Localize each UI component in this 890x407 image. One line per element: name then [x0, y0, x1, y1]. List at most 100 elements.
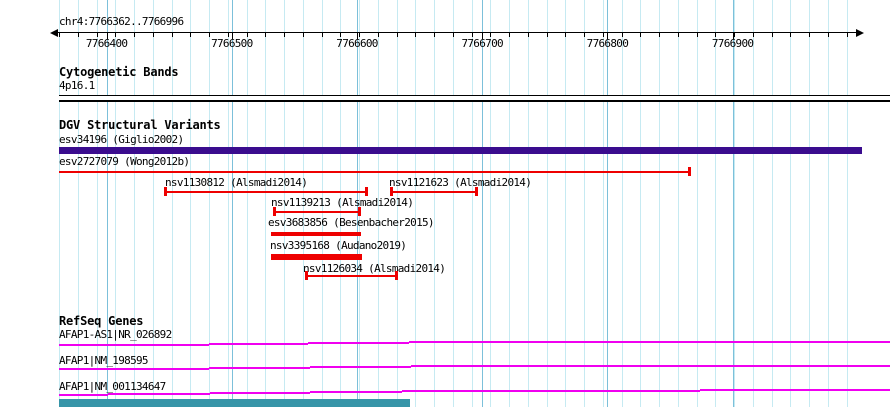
gridline-minor [546, 0, 548, 407]
ruler-tick-label: 7766400 [85, 37, 128, 50]
ruler-tick-minor [827, 33, 829, 37]
gridline-minor [209, 0, 210, 407]
gene-line-AFAP1_NM_198595[interactable] [59, 368, 209, 370]
ruler-tick-minor [284, 33, 285, 37]
gene-line-AFAP1-AS1_NR_026892[interactable] [209, 343, 308, 345]
variant-line-nsv1126034[interactable] [305, 275, 398, 277]
variant-endtick-nsv1121623[interactable] [390, 187, 393, 196]
gridline-minor [659, 0, 660, 407]
gridline-minor [584, 0, 585, 407]
variant-endtick-nsv1121623[interactable] [475, 187, 478, 196]
gridline-minor [527, 0, 529, 407]
gridline-minor [696, 0, 698, 407]
variant-label-esv34196[interactable]: esv34196 (Giglio2002) [59, 134, 184, 146]
ruler-tick-label: 7766700 [461, 37, 503, 50]
ruler-tick-minor [59, 33, 60, 37]
gene-line-AFAP1-AS1_NR_026892[interactable] [409, 341, 890, 343]
gridline-minor [509, 0, 510, 407]
gene-line-AFAP1_NM_001134647[interactable] [310, 391, 402, 393]
cytoband-bar[interactable] [59, 95, 890, 102]
variant-line-nsv1130812[interactable] [164, 191, 368, 193]
gene-line-AFAP1-AS1_NR_026892[interactable] [59, 344, 209, 346]
gridline-minor [265, 0, 267, 407]
gridline-minor [734, 0, 735, 407]
ruler-tick-label: 7766900 [711, 37, 754, 50]
ruler-tick-minor [846, 33, 848, 37]
gene-label-AFAP1_NM_001134647[interactable]: AFAP1|NM_001134647 [59, 381, 166, 393]
variant-bar-esv3683856[interactable] [271, 232, 361, 236]
variant-endtick-nsv1130812[interactable] [365, 187, 368, 196]
variant-endtick-nsv1139213[interactable] [273, 207, 276, 216]
variant-label-nsv1126034[interactable]: nsv1126034 (Alsmadi2014) [303, 263, 446, 275]
gridline-major [482, 0, 484, 407]
ruler-tick-label: 7766600 [336, 37, 378, 50]
gene-label-AFAP1-AS1_NR_026892[interactable]: AFAP1-AS1|NR_026892 [59, 329, 172, 341]
gridline-minor [640, 0, 642, 407]
gridline-minor [434, 0, 435, 407]
gene-line-AFAP1_NM_001134647[interactable] [210, 392, 310, 394]
gridline-minor [602, 0, 604, 407]
ruler-tick-minor [527, 33, 529, 37]
variant-endtick-esv2727079[interactable] [688, 167, 691, 176]
variant-line-nsv1139213[interactable] [273, 211, 361, 213]
gene-line-AFAP1_NM_001134647[interactable] [700, 389, 890, 391]
variant-label-nsv3395168[interactable]: nsv3395168 (Audano2019) [270, 240, 407, 252]
variant-endtick-nsv1126034[interactable] [305, 271, 308, 280]
gene-line-AFAP1_NM_001134647[interactable] [59, 394, 108, 396]
variant-bar-nsv3395168[interactable] [271, 254, 362, 260]
gridline-major [607, 0, 609, 407]
gridline-minor [246, 0, 248, 407]
gridline-minor [415, 0, 417, 407]
variant-endtick-nsv1126034[interactable] [395, 271, 398, 280]
ruler-tick-minor [659, 33, 660, 37]
genome-browser-view: chr4:7766362..7766996 Cytogenetic Bands … [0, 0, 890, 407]
gene-line-AFAP1_NM_001134647[interactable] [402, 390, 700, 392]
header-refseq-genes: RefSeq Genes [59, 314, 144, 328]
gridline-minor [827, 0, 829, 407]
gridline-minor [452, 0, 454, 407]
gridline-minor [621, 0, 623, 407]
variant-endtick-nsv1139213[interactable] [358, 207, 361, 216]
variant-line-esv2727079[interactable] [59, 171, 691, 173]
ruler-tick-minor [677, 33, 679, 37]
ruler-right-arrow-icon [856, 28, 864, 37]
header-dgv-structural-variants: DGV Structural Variants [59, 118, 221, 132]
ruler-tick-minor [434, 33, 435, 37]
gene-line-AFAP1_NM_198595[interactable] [411, 365, 890, 367]
gridline-minor [809, 0, 810, 407]
coordinate-ruler [58, 32, 856, 33]
gridline-major [231, 0, 233, 407]
variant-label-esv3683856[interactable]: esv3683856 (Besenbacher2015) [268, 217, 435, 229]
ruler-tick-minor [809, 33, 810, 37]
gene-line-AFAP1_NM_198595[interactable] [310, 366, 411, 368]
gridline-minor [790, 0, 792, 407]
cytoband-label[interactable]: 4p16.1 [59, 80, 95, 92]
gene-line-AFAP1_NM_198595[interactable] [209, 367, 310, 369]
ruler-tick-minor [790, 33, 792, 37]
ruler-tick-label: 7766800 [586, 37, 629, 50]
gridline-minor [715, 0, 717, 407]
variant-label-nsv1130812[interactable]: nsv1130812 (Alsmadi2014) [165, 177, 308, 189]
gridline-minor [490, 0, 492, 407]
gridline-minor [771, 0, 773, 407]
gene-line-AFAP1-AS1_NR_026892[interactable] [308, 342, 409, 344]
gridline-minor [677, 0, 679, 407]
partial-track-bar[interactable] [59, 399, 410, 407]
variant-label-nsv1121623[interactable]: nsv1121623 (Alsmadi2014) [389, 177, 532, 189]
variant-line-nsv1121623[interactable] [390, 191, 478, 193]
header-cytogenetic-bands: Cytogenetic Bands [59, 65, 179, 79]
variant-endtick-nsv1130812[interactable] [164, 187, 167, 196]
gridline-minor [752, 0, 754, 407]
gridline-minor [227, 0, 229, 407]
gene-label-AFAP1_NM_198595[interactable]: AFAP1|NM_198595 [59, 355, 149, 367]
ruler-tick-label: 7766500 [211, 37, 253, 50]
gridline-minor [565, 0, 567, 407]
gridline-minor [471, 0, 473, 407]
variant-bar-esv34196[interactable] [59, 147, 862, 154]
variant-label-nsv1139213[interactable]: nsv1139213 (Alsmadi2014) [271, 197, 414, 209]
variant-label-esv2727079[interactable]: esv2727079 (Wong2012b) [59, 156, 190, 168]
gene-line-AFAP1_NM_001134647[interactable] [108, 393, 210, 395]
ruler-tick-minor [546, 33, 548, 37]
ruler-tick-minor [171, 33, 173, 37]
gridline-minor [846, 0, 848, 407]
